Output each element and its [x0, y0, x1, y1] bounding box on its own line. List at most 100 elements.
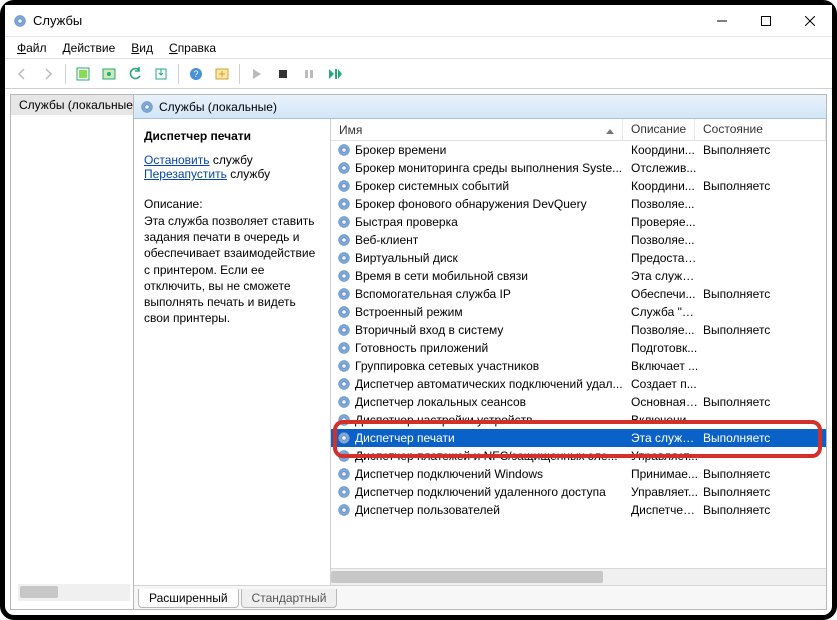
service-icon — [337, 485, 351, 499]
service-desc: Управляет... — [631, 485, 703, 499]
export-button[interactable] — [150, 63, 172, 85]
service-icon — [337, 251, 351, 265]
toolbar-btn-2[interactable] — [98, 63, 120, 85]
service-icon — [337, 215, 351, 229]
service-name: Группировка сетевых участников — [355, 359, 631, 373]
service-name: Виртуальный диск — [355, 251, 631, 265]
service-name: Время в сети мобильной связи — [355, 269, 631, 283]
menu-help[interactable]: Справка — [161, 39, 224, 57]
col-name[interactable]: Имя — [331, 119, 623, 140]
stop-link[interactable]: Остановить — [144, 153, 210, 167]
tab-standard[interactable]: Стандартный — [241, 589, 338, 608]
service-icon — [337, 503, 351, 517]
service-desc: Координи... — [631, 143, 703, 157]
help-button[interactable]: ? — [185, 63, 207, 85]
service-row[interactable]: Виртуальный диск Предостав... — [331, 249, 826, 267]
desc-text: Эта служба позволяет ставить задания печ… — [144, 213, 320, 326]
service-desc: Принимае... — [631, 467, 703, 481]
tab-extended[interactable]: Расширенный — [138, 589, 239, 608]
service-desc: Отслежив... — [631, 161, 703, 175]
service-row[interactable]: Встроенный режим Служба "В... — [331, 303, 826, 321]
stop-button[interactable] — [272, 63, 294, 85]
app-icon — [13, 14, 27, 28]
service-desc: Включени... — [631, 413, 703, 427]
service-icon — [337, 359, 351, 373]
service-row[interactable]: Вспомогательная служба IP Обеспечи... Вы… — [331, 285, 826, 303]
service-desc: Эта служб... — [631, 431, 703, 445]
menu-action[interactable]: Действие — [55, 39, 124, 57]
restart-button[interactable] — [324, 63, 346, 85]
service-icon — [337, 395, 351, 409]
service-desc: Служба "В... — [631, 305, 703, 319]
service-icon — [337, 377, 351, 391]
service-row[interactable]: Брокер мониторинга среды выполнения Syst… — [331, 159, 826, 177]
service-desc: Координи... — [631, 179, 703, 193]
list-horizontal-scrollbar[interactable] — [331, 568, 826, 585]
service-row[interactable]: Диспетчер пользователей Диспетчер... Вып… — [331, 501, 826, 519]
service-name: Диспетчер печати — [355, 431, 631, 445]
service-row[interactable]: Брокер системных событий Координи... Вып… — [331, 177, 826, 195]
pane-header-label: Службы (локальные) — [159, 100, 277, 114]
col-desc[interactable]: Описание — [623, 119, 695, 140]
back-button — [11, 63, 33, 85]
service-desc: Проверяе... — [631, 215, 703, 229]
minimize-button[interactable] — [700, 5, 744, 36]
service-desc: Диспетчер... — [631, 503, 703, 517]
service-row[interactable]: Диспетчер печати Эта служб... Выполняетс — [331, 429, 826, 447]
service-row[interactable]: Диспетчер локальных сеансов Основная ...… — [331, 393, 826, 411]
restart-link[interactable]: Перезапустить — [144, 167, 227, 181]
service-name: Диспетчер настройки устройств — [355, 413, 631, 427]
service-icon — [337, 233, 351, 247]
col-state[interactable]: Состояние — [695, 119, 826, 140]
service-row[interactable]: Группировка сетевых участников Включает … — [331, 357, 826, 375]
service-name: Брокер времени — [355, 143, 631, 157]
service-icon — [337, 269, 351, 283]
service-row[interactable]: Брокер фонового обнаружения DevQuery Поз… — [331, 195, 826, 213]
service-name: Брокер системных событий — [355, 179, 631, 193]
service-desc: Подготовк... — [631, 341, 703, 355]
service-desc: Позволяе... — [631, 197, 703, 211]
service-row[interactable]: Быстрая проверка Проверяе... — [331, 213, 826, 231]
service-row[interactable]: Готовность приложений Подготовк... — [331, 339, 826, 357]
menu-view[interactable]: Вид — [123, 39, 161, 57]
tree-pane: Службы (локальные) — [10, 94, 134, 610]
service-name: Диспетчер автоматических подключений уда… — [355, 377, 631, 391]
service-description-pane: Диспетчер печати Остановить службу Перез… — [134, 119, 330, 585]
service-name: Диспетчер пользователей — [355, 503, 631, 517]
maximize-button[interactable] — [744, 5, 788, 36]
service-state: Выполняетс — [703, 467, 826, 481]
service-desc: Обеспечи... — [631, 287, 703, 301]
service-row[interactable]: Время в сети мобильной связи Эта служб..… — [331, 267, 826, 285]
toolbar-btn-1[interactable] — [72, 63, 94, 85]
service-name: Брокер мониторинга среды выполнения Syst… — [355, 161, 631, 175]
service-state: Выполняетс — [703, 431, 826, 445]
sort-indicator-icon — [606, 123, 614, 137]
column-headers: Имя Описание Состояние — [331, 119, 826, 141]
service-row[interactable]: Брокер времени Координи... Выполняетс — [331, 141, 826, 159]
service-state: Выполняетс — [703, 179, 826, 193]
selected-service-name: Диспетчер печати — [144, 129, 320, 143]
service-row[interactable]: Диспетчер подключений удаленного доступа… — [331, 483, 826, 501]
service-name: Брокер фонового обнаружения DevQuery — [355, 197, 631, 211]
tree-scrollbar[interactable] — [18, 584, 130, 601]
menu-bar: Файл Действие Вид Справка — [5, 37, 832, 59]
service-row[interactable]: Веб-клиент Позволяе... — [331, 231, 826, 249]
service-row[interactable]: Вторичный вход в систему Позволяе... Вып… — [331, 321, 826, 339]
play-button — [246, 63, 268, 85]
toolbar-btn-5[interactable] — [211, 63, 233, 85]
tree-item-services[interactable]: Службы (локальные) — [11, 95, 133, 115]
refresh-button[interactable] — [124, 63, 146, 85]
service-row[interactable]: Диспетчер настройки устройств Включени..… — [331, 411, 826, 429]
service-icon — [337, 287, 351, 301]
service-row[interactable]: Диспетчер платежей и NFC/защищенных эле.… — [331, 447, 826, 465]
service-state: Выполняетс — [703, 143, 826, 157]
close-button[interactable] — [788, 5, 832, 36]
service-state: Выполняетс — [703, 323, 826, 337]
service-icon — [337, 143, 351, 157]
menu-file[interactable]: Файл — [9, 39, 55, 57]
service-row[interactable]: Диспетчер автоматических подключений уда… — [331, 375, 826, 393]
service-icon — [337, 197, 351, 211]
service-name: Веб-клиент — [355, 233, 631, 247]
service-desc: Эта служб... — [631, 269, 703, 283]
service-row[interactable]: Диспетчер подключений Windows Принимае..… — [331, 465, 826, 483]
